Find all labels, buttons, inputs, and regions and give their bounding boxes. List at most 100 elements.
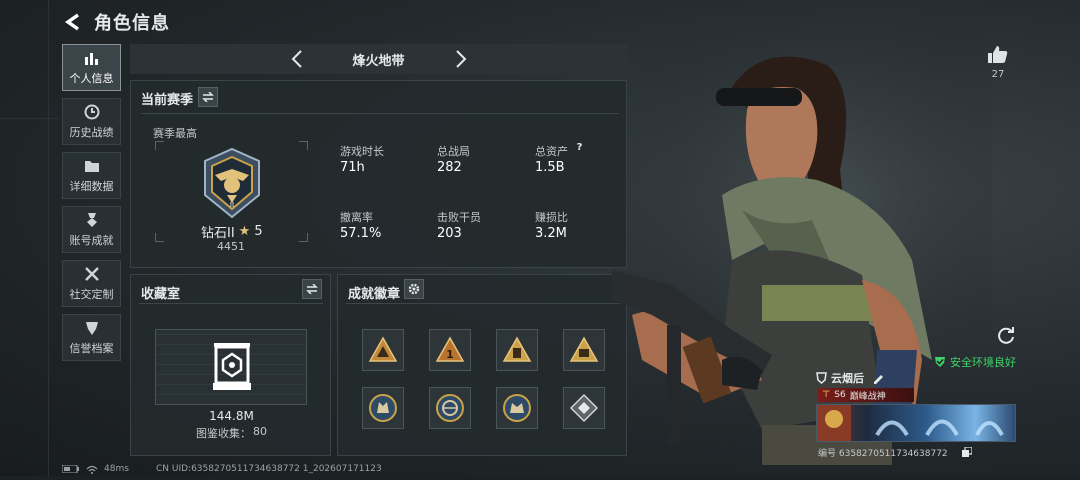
wolf-badge-icon — [369, 394, 397, 422]
uid-text: CN UID:6358270511734638772 1_20260717112… — [156, 464, 382, 474]
sidebar-item-label: 信誉档案 — [69, 341, 114, 355]
achievement-badge[interactable] — [429, 387, 471, 429]
season-switch-button[interactable] — [198, 87, 218, 107]
frame-corner — [299, 141, 308, 150]
swap-icon — [202, 92, 214, 102]
page-title: 角色信息 — [94, 13, 170, 34]
rank-row: 钻石II ★ 5 — [201, 222, 263, 241]
achievement-badge[interactable] — [496, 329, 538, 371]
sidebar-item-credit[interactable]: 信誉档案 — [62, 314, 121, 361]
rank-points: 4451 — [217, 240, 245, 253]
svg-text:II: II — [230, 201, 234, 209]
sidebar-item-label: 账号成就 — [69, 233, 114, 247]
sidebar-item-profile[interactable]: 个人信息 — [62, 44, 121, 91]
player-name-row: 云烟后 — [816, 370, 884, 386]
ping: 48ms — [104, 464, 129, 474]
collection-count-row: 图鉴收集： 80 — [131, 425, 332, 441]
collection-count: 80 — [253, 425, 267, 438]
sidebar-item-history[interactable]: 历史战绩 — [62, 98, 121, 145]
frame-corner — [155, 233, 164, 242]
number-badge-icon: 1 — [435, 336, 465, 362]
environment-status: 安全环境良好 — [934, 354, 1016, 370]
globe-badge-icon — [436, 394, 464, 422]
sidebar-item-label: 详细数据 — [69, 179, 114, 193]
sidebar-item-label: 历史战绩 — [69, 125, 114, 139]
player-name: 云烟后 — [831, 372, 864, 385]
sidebar-item-details[interactable]: 详细数据 — [62, 152, 121, 199]
chevron-right-icon — [456, 50, 467, 68]
like-button[interactable] — [986, 42, 1010, 66]
season-best-label: 赛季最高 — [153, 127, 197, 140]
bg-grid-line — [48, 0, 49, 476]
mode-selector: 烽火地带 — [130, 44, 627, 74]
crate-badge-icon — [569, 336, 599, 362]
collection-title: 收藏室 — [141, 287, 181, 302]
stat-value: 1.5B — [535, 160, 565, 175]
back-arrow-icon — [64, 13, 80, 31]
battery-icon — [62, 465, 79, 473]
bg-grid-line — [0, 118, 60, 119]
folder-icon — [84, 158, 100, 174]
title-icon: ⊤ — [822, 390, 831, 400]
thumbs-up-icon — [988, 46, 1008, 63]
stat-label: 总战局 — [437, 145, 470, 158]
mode-name: 烽火地带 — [352, 53, 405, 69]
achievement-badge[interactable] — [362, 329, 404, 371]
achievement-badge[interactable] — [563, 329, 605, 371]
sidebar-item-label: 社交定制 — [69, 287, 114, 301]
diamond-badge-icon — [569, 393, 599, 423]
achievement-badge[interactable]: 1 — [429, 329, 471, 371]
sidebar: 个人信息 历史战绩 详细数据 账号成就 社交定制 信誉档案 — [62, 44, 123, 368]
refresh-button[interactable] — [995, 324, 1017, 346]
achievements-panel: 成就徽章 1 — [337, 274, 627, 456]
sidebar-item-social[interactable]: 社交定制 — [62, 260, 121, 307]
back-button[interactable] — [62, 11, 84, 33]
status-bar: 48ms — [62, 464, 129, 474]
gear-icon — [408, 283, 420, 295]
tower-badge-icon — [502, 336, 532, 362]
frame-corner — [155, 141, 164, 150]
prev-mode-button[interactable] — [286, 48, 308, 70]
achievement-badge[interactable] — [496, 387, 538, 429]
collection-switch-button[interactable] — [302, 279, 322, 299]
collection-count-label: 图鉴收集： — [196, 427, 251, 440]
swap-icon — [306, 284, 318, 294]
copy-icon[interactable] — [962, 447, 972, 457]
help-icon[interactable]: ? — [573, 141, 586, 154]
rank-emblem-icon: II — [197, 147, 267, 219]
stat-label: 击败干员 — [437, 211, 481, 224]
sidebar-item-label: 个人信息 — [69, 71, 114, 85]
environment-text: 安全环境良好 — [950, 356, 1016, 369]
season-panel: 当前赛季 赛季最高 II 钻石II ★ 5 4451 游戏时长 71h 总战局 … — [130, 80, 627, 268]
stat-label: 游戏时长 — [340, 145, 384, 158]
divider — [139, 303, 323, 304]
edit-icon[interactable] — [872, 372, 884, 384]
achievement-badge[interactable] — [362, 387, 404, 429]
rank-shield-icon — [816, 372, 827, 384]
stat-value: 71h — [340, 160, 365, 175]
player-title-badge: ⊤ S6 巅峰战神 — [818, 388, 914, 402]
stat-label: 总资产 — [535, 145, 568, 158]
stat-value: 203 — [437, 226, 462, 241]
chevron-left-icon — [291, 50, 302, 68]
medal-icon — [84, 212, 100, 228]
achievements-title: 成就徽章 — [348, 287, 401, 302]
refresh-icon — [998, 327, 1014, 344]
stat-value: 282 — [437, 160, 462, 175]
clock-icon — [84, 104, 100, 120]
beast-badge-icon — [503, 394, 531, 422]
sidebar-item-achievements[interactable]: 账号成就 — [62, 206, 121, 253]
wifi-icon — [86, 465, 98, 474]
player-title-text: 巅峰战神 — [849, 391, 886, 402]
svg-text:1: 1 — [446, 348, 454, 361]
divider — [141, 113, 619, 114]
player-id: 编号 6358270511734638772 — [818, 449, 948, 459]
next-mode-button[interactable] — [450, 48, 472, 70]
player-banner[interactable] — [816, 404, 1016, 442]
collection-value: 144.8M — [209, 409, 254, 423]
achievements-settings-button[interactable] — [404, 279, 424, 299]
achievement-badge[interactable] — [563, 387, 605, 429]
rank-name: 钻石II — [201, 226, 235, 241]
header: 角色信息 — [62, 8, 170, 36]
collection-panel: 收藏室 144.8M 图鉴收集： 80 — [130, 274, 331, 456]
